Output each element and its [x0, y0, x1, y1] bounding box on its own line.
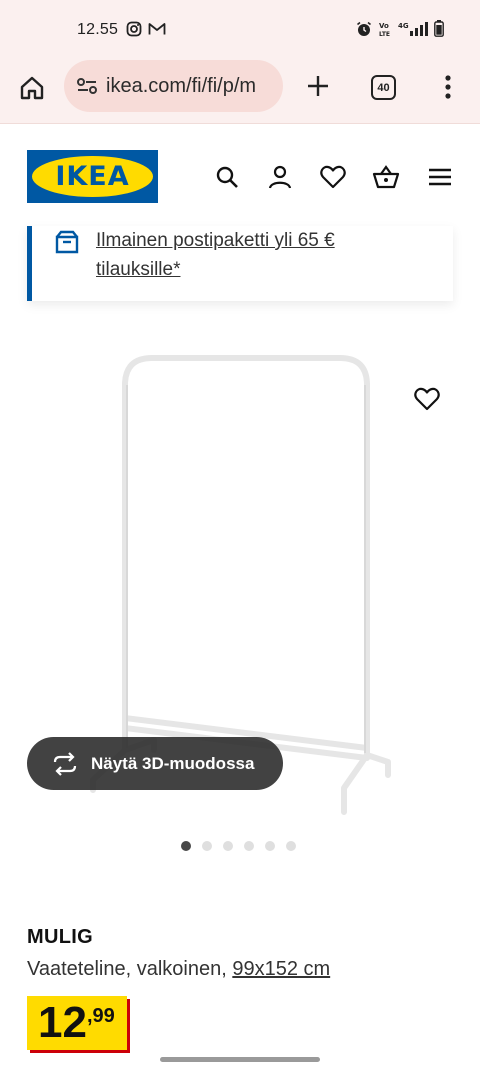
- view-3d-label: Näytä 3D-muodossa: [91, 753, 255, 773]
- more-vert-icon: [445, 75, 451, 99]
- battery-icon: [434, 20, 444, 37]
- carousel-dot[interactable]: [244, 841, 254, 851]
- ikea-logo-text: IKEA: [55, 161, 130, 192]
- basket-icon: [372, 165, 400, 189]
- plus-icon: [308, 76, 328, 96]
- heart-icon: [320, 165, 346, 189]
- package-icon: [55, 230, 79, 254]
- product-name: MULIG: [27, 926, 93, 948]
- status-icons-left: [126, 21, 166, 37]
- product-description: Vaateteline, valkoinen, 99x152 cm: [27, 958, 330, 981]
- new-tab-button[interactable]: [302, 70, 334, 102]
- instagram-icon: [126, 21, 142, 37]
- search-button[interactable]: [213, 163, 241, 191]
- view-3d-button[interactable]: Näytä 3D-muodossa: [27, 737, 283, 790]
- gesture-navigation-bar[interactable]: [160, 1057, 320, 1062]
- network-label: 4G: [398, 22, 409, 30]
- home-button[interactable]: [14, 70, 50, 106]
- volte-icon: Vo LTE: [379, 22, 390, 37]
- price-tag: 12 ,99: [27, 996, 127, 1050]
- image-carousel-dots: [181, 841, 296, 851]
- address-bar[interactable]: ikea.com/fi/fi/p/m: [64, 60, 283, 112]
- carousel-dot[interactable]: [202, 841, 212, 851]
- product-type: Vaateteline, valkoinen,: [27, 958, 227, 980]
- search-icon: [216, 166, 238, 188]
- tab-switcher-button[interactable]: 40: [371, 75, 396, 100]
- account-button[interactable]: [266, 163, 294, 191]
- price-integer: 12: [38, 998, 87, 1047]
- carousel-dot[interactable]: [181, 841, 191, 851]
- browser-toolbar: ikea.com/fi/fi/p/m 40: [0, 60, 480, 124]
- home-icon: [20, 76, 44, 100]
- site-settings-icon[interactable]: [76, 75, 98, 97]
- ikea-logo-oval: IKEA: [32, 156, 153, 197]
- status-bar: 12.55 Vo LTE 4G: [0, 0, 480, 60]
- alarm-icon: [357, 21, 371, 36]
- price-decimal: ,99: [86, 1005, 115, 1027]
- carousel-dot[interactable]: [286, 841, 296, 851]
- free-shipping-link[interactable]: Ilmainen postipaketti yli 65 € tilauksil…: [96, 226, 396, 284]
- hamburger-icon: [429, 168, 451, 186]
- svg-text:LTE: LTE: [379, 31, 390, 37]
- favourites-button[interactable]: [319, 163, 347, 191]
- status-time: 12.55: [77, 21, 119, 38]
- basket-button[interactable]: [372, 163, 400, 191]
- product-size-link[interactable]: 99x152 cm: [232, 958, 330, 980]
- browser-menu-button[interactable]: [438, 70, 458, 104]
- account-icon: [268, 165, 292, 189]
- carousel-dot[interactable]: [223, 841, 233, 851]
- ikea-logo[interactable]: IKEA: [27, 150, 158, 203]
- status-icons-right: Vo LTE 4G: [356, 20, 444, 37]
- gmail-icon: [148, 23, 166, 35]
- site-header: IKEA: [0, 125, 480, 230]
- heart-icon: [414, 387, 440, 411]
- add-to-favourites-button[interactable]: [412, 384, 442, 414]
- svg-text:Vo: Vo: [379, 22, 389, 30]
- url-text: ikea.com/fi/fi/p/m: [106, 74, 257, 97]
- carousel-dot[interactable]: [265, 841, 275, 851]
- signal-icon: 4G: [398, 21, 428, 36]
- free-shipping-banner: Ilmainen postipaketti yli 65 € tilauksil…: [27, 226, 453, 301]
- main-menu-button[interactable]: [426, 163, 454, 191]
- rotate-3d-icon: [53, 751, 77, 776]
